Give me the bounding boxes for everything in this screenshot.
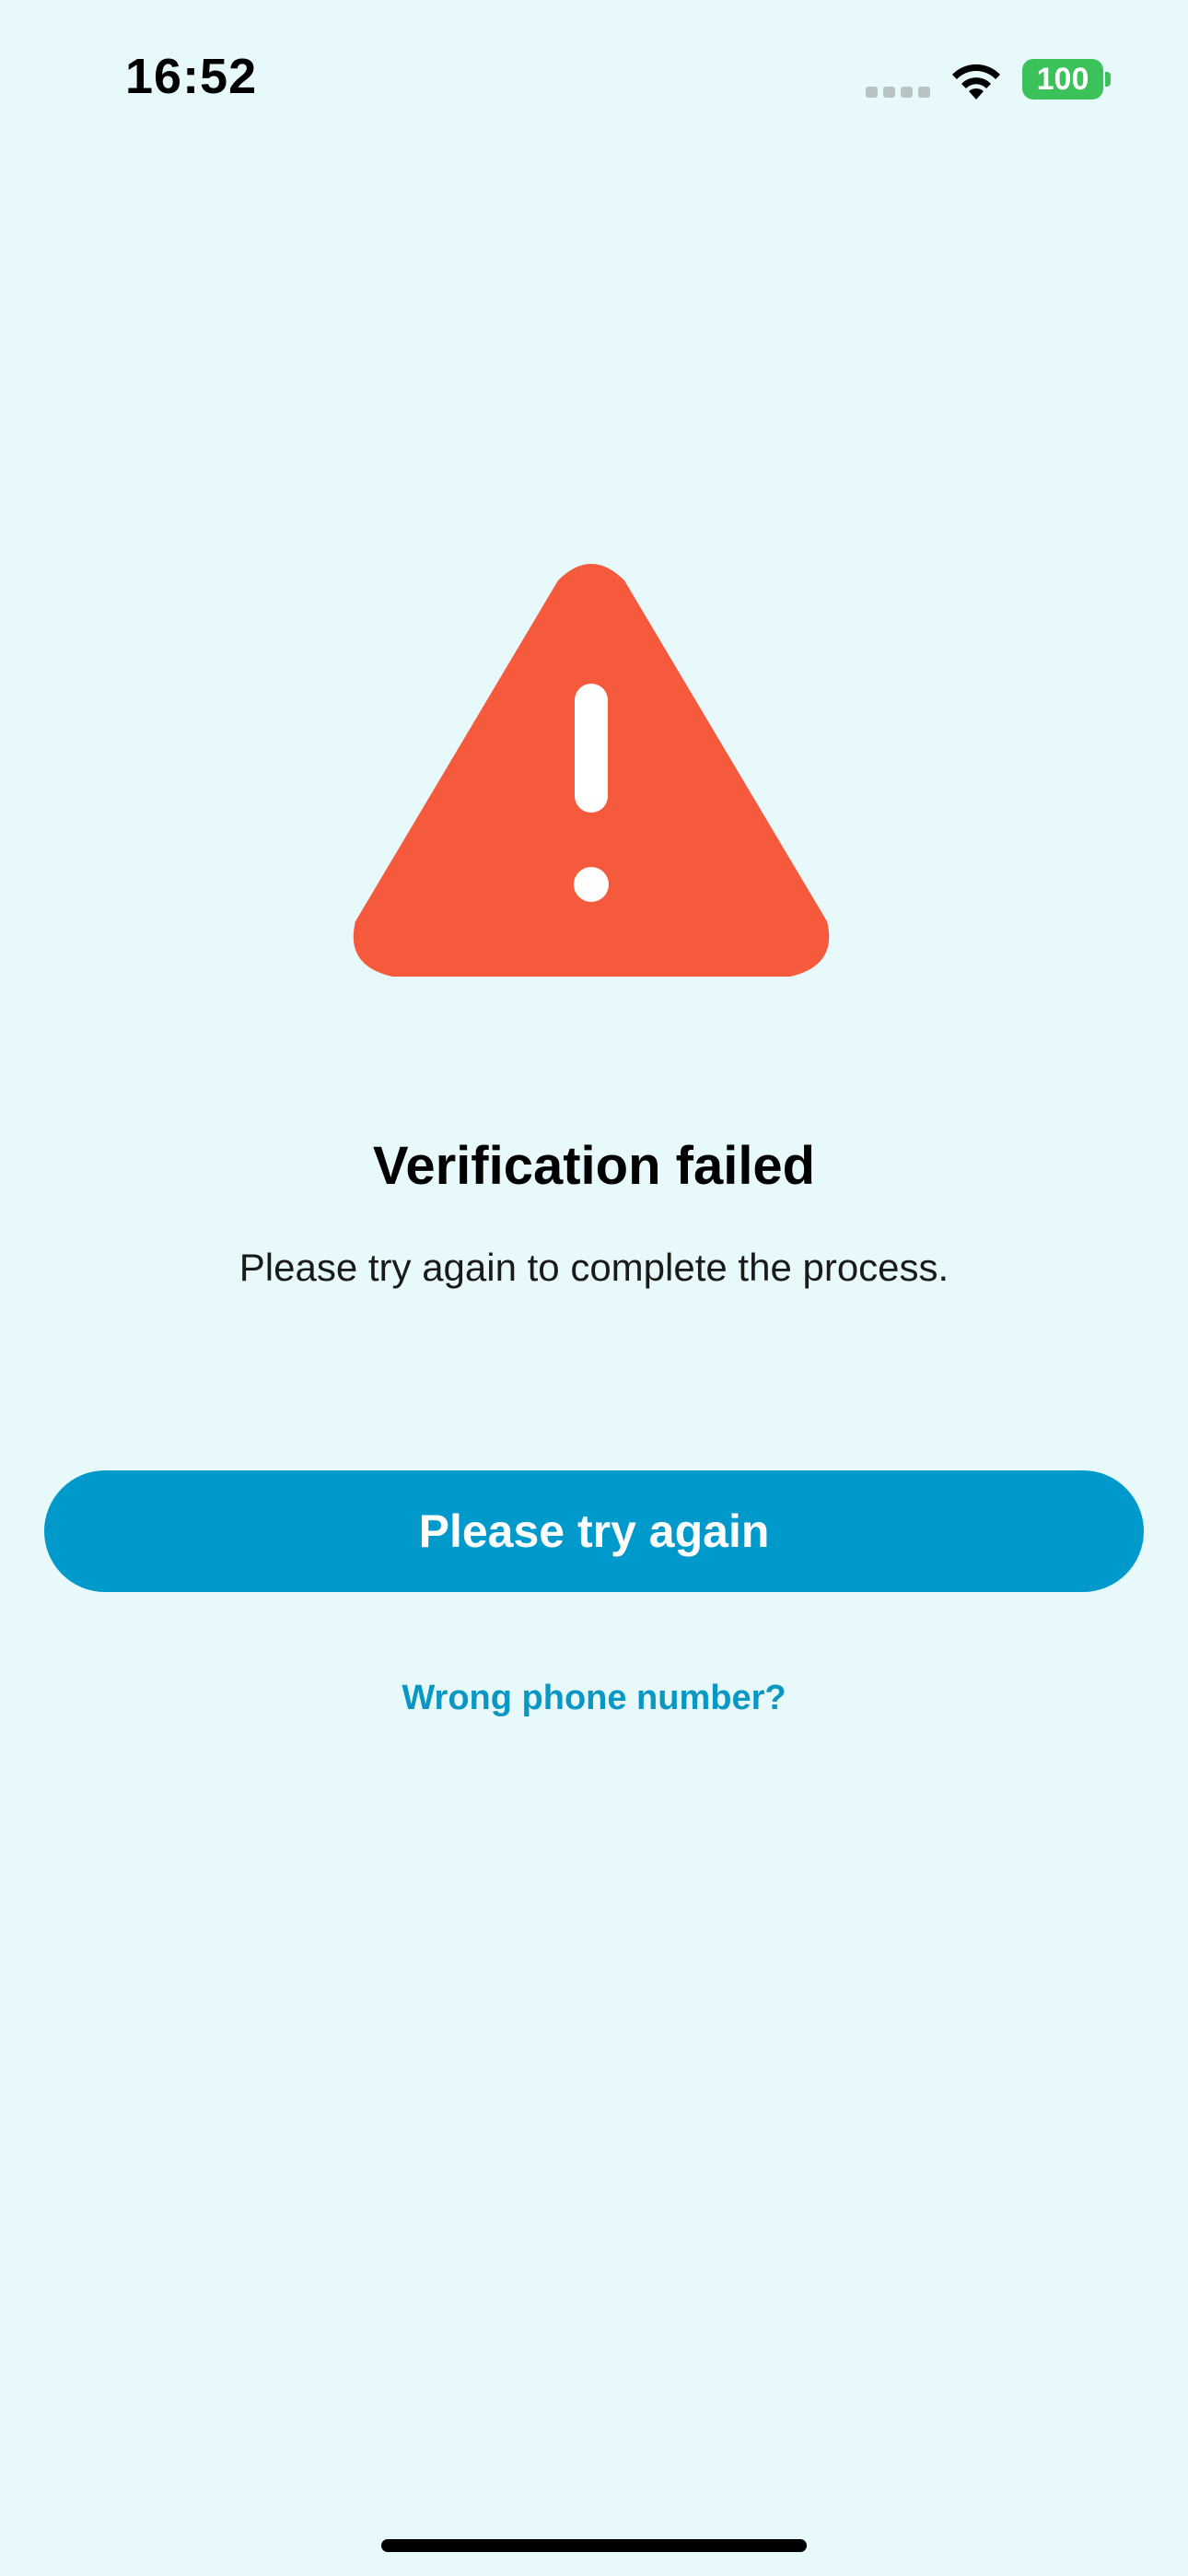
battery-level: 100 xyxy=(1022,59,1103,100)
wifi-icon xyxy=(952,64,1000,100)
battery-icon: 100 xyxy=(1022,59,1111,100)
signal-dots-icon xyxy=(866,87,930,98)
home-indicator[interactable] xyxy=(381,2539,807,2552)
wrong-phone-number-link[interactable]: Wrong phone number? xyxy=(0,1679,1188,1718)
try-again-button[interactable]: Please try again xyxy=(44,1470,1144,1592)
status-bar: 16:52 100 xyxy=(0,0,1188,157)
warning-triangle-icon xyxy=(353,564,830,977)
error-message: Please try again to complete the process… xyxy=(239,1246,949,1289)
page-title: Verification failed xyxy=(372,1136,816,1196)
status-time: 16:52 xyxy=(125,49,258,104)
